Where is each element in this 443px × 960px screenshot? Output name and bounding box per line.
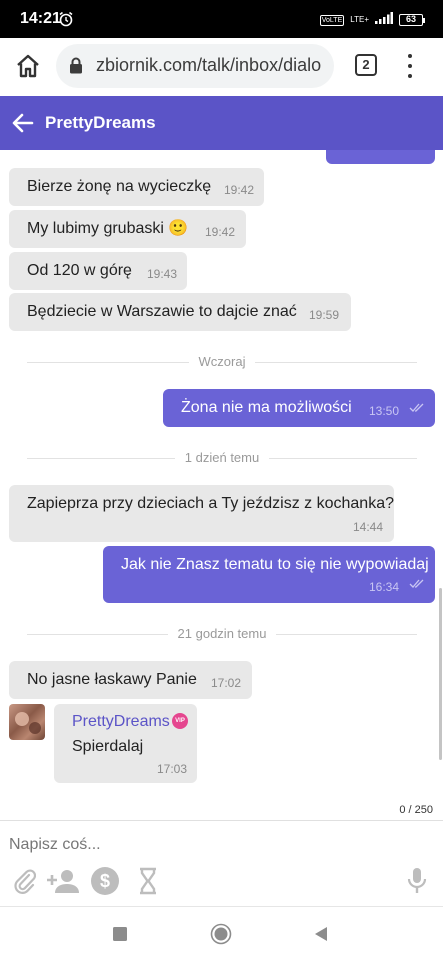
battery-level: 63 <box>399 14 423 26</box>
add-person-icon <box>47 870 79 893</box>
status-indicators: VoLTE LTE+ 63 <box>319 11 425 29</box>
status-bar: 14:21 VoLTE LTE+ 63 <box>0 0 443 38</box>
chat-header: PrettyDreams <box>0 96 443 150</box>
volte-indicator: VoLTE <box>319 14 345 26</box>
system-nav-bar <box>0 907 443 960</box>
date-divider-label: 21 godzin temu <box>167 626 277 641</box>
message-time: 19:43 <box>147 267 178 281</box>
message-text: Od 120 w górę <box>27 262 132 279</box>
svg-text:$: $ <box>100 871 110 891</box>
back-arrow-icon <box>12 113 34 133</box>
double-check-icon <box>409 403 424 412</box>
double-check-icon <box>409 579 424 588</box>
url-text: zbiornik.com/talk/inbox/dialo <box>96 55 322 75</box>
battery-indicator: 63 <box>399 14 425 26</box>
message-outgoing: Żona nie ma możliwości 13:50 <box>163 389 435 427</box>
date-divider-label: 1 dzień temu <box>174 450 270 465</box>
back-nav-button[interactable] <box>310 923 332 945</box>
message-text: Bierze żonę na wycieczkę <box>27 178 212 195</box>
previous-outgoing-message <box>326 150 435 164</box>
alarm-icon <box>58 11 74 32</box>
home-circle-icon <box>210 923 232 945</box>
message-incoming-with-sender: PrettyDreams VIP Spierdalaj 17:03 <box>54 704 197 783</box>
message-text: No jasne łaskawy Panie <box>27 671 197 688</box>
sender-name[interactable]: PrettyDreams <box>72 712 170 732</box>
date-divider: 21 godzin temu <box>27 626 417 642</box>
message-time: 19:42 <box>224 183 255 197</box>
browser-menu-button[interactable] <box>398 52 422 80</box>
message-incoming: Bierze żonę na wycieczkę 19:42 <box>9 168 264 206</box>
message-text: My lubimy grubaski 🙂 <box>27 220 189 237</box>
voice-button[interactable] <box>405 866 429 896</box>
message-text: Zapieprza przy dzieciach a Ty jeździsz z… <box>27 495 394 512</box>
date-divider: 1 dzień temu <box>27 450 417 466</box>
lock-icon <box>69 57 83 79</box>
message-time: 17:02 <box>211 676 242 690</box>
network-type: LTE+ <box>350 15 369 24</box>
back-triangle-icon <box>315 927 327 941</box>
message-list[interactable]: Bierze żonę na wycieczkę 19:42 My lubimy… <box>0 150 443 818</box>
char-counter: 0 / 250 <box>399 804 433 816</box>
recents-button[interactable] <box>109 923 131 945</box>
more-vert-icon <box>408 54 412 58</box>
message-text: Jak nie Znasz tematu to się nie wypowiad… <box>121 556 429 573</box>
message-incoming: Od 120 w górę 19:43 <box>9 252 187 290</box>
address-bar[interactable]: zbiornik.com/talk/inbox/dialo <box>56 44 334 88</box>
date-divider: Wczoraj <box>27 354 417 370</box>
vip-badge: VIP <box>172 713 188 729</box>
home-icon <box>17 54 39 78</box>
payment-button[interactable]: $ <box>90 866 120 896</box>
attachment-icon <box>14 869 36 894</box>
add-friend-button[interactable] <box>46 866 80 896</box>
scrollbar[interactable] <box>439 588 442 760</box>
message-incoming: My lubimy grubaski 🙂 19:42 <box>9 210 246 248</box>
back-button[interactable] <box>10 110 36 136</box>
status-time: 14:21 <box>20 10 61 27</box>
message-time: 17:03 <box>157 762 188 776</box>
hourglass-icon <box>140 867 156 895</box>
browser-toolbar: zbiornik.com/talk/inbox/dialo 2 <box>0 38 443 96</box>
message-incoming: Zapieprza przy dzieciach a Ty jeździsz z… <box>9 485 394 542</box>
message-outgoing: Jak nie Znasz tematu to się nie wypowiad… <box>103 546 435 603</box>
home-nav-button[interactable] <box>210 923 232 945</box>
avatar[interactable] <box>9 704 45 740</box>
microphone-icon <box>407 868 427 893</box>
message-time: 19:59 <box>309 308 340 322</box>
timer-button[interactable] <box>136 866 160 896</box>
recents-icon <box>113 927 127 941</box>
message-incoming: Będziecie w Warszawie to dajcie znać 19:… <box>9 293 351 331</box>
dollar-icon: $ <box>91 867 119 895</box>
home-button[interactable] <box>12 50 44 82</box>
chat-title: PrettyDreams <box>45 113 156 132</box>
message-time: 14:44 <box>353 520 384 534</box>
message-text: Spierdalaj <box>72 738 144 755</box>
message-time: 19:42 <box>205 225 236 239</box>
attach-button[interactable] <box>12 866 38 896</box>
message-time: 13:50 <box>369 404 400 418</box>
message-time: 16:34 <box>369 580 400 594</box>
composer-toolbar: $ <box>0 862 443 902</box>
message-input[interactable] <box>0 826 443 864</box>
message-text: Żona nie ma możliwości <box>181 399 352 416</box>
tab-switcher-button[interactable]: 2 <box>355 54 377 76</box>
date-divider-label: Wczoraj <box>188 354 256 369</box>
message-incoming: No jasne łaskawy Panie 17:02 <box>9 661 252 699</box>
signal-icon <box>375 11 393 29</box>
message-text: Będziecie w Warszawie to dajcie znać <box>27 303 297 320</box>
